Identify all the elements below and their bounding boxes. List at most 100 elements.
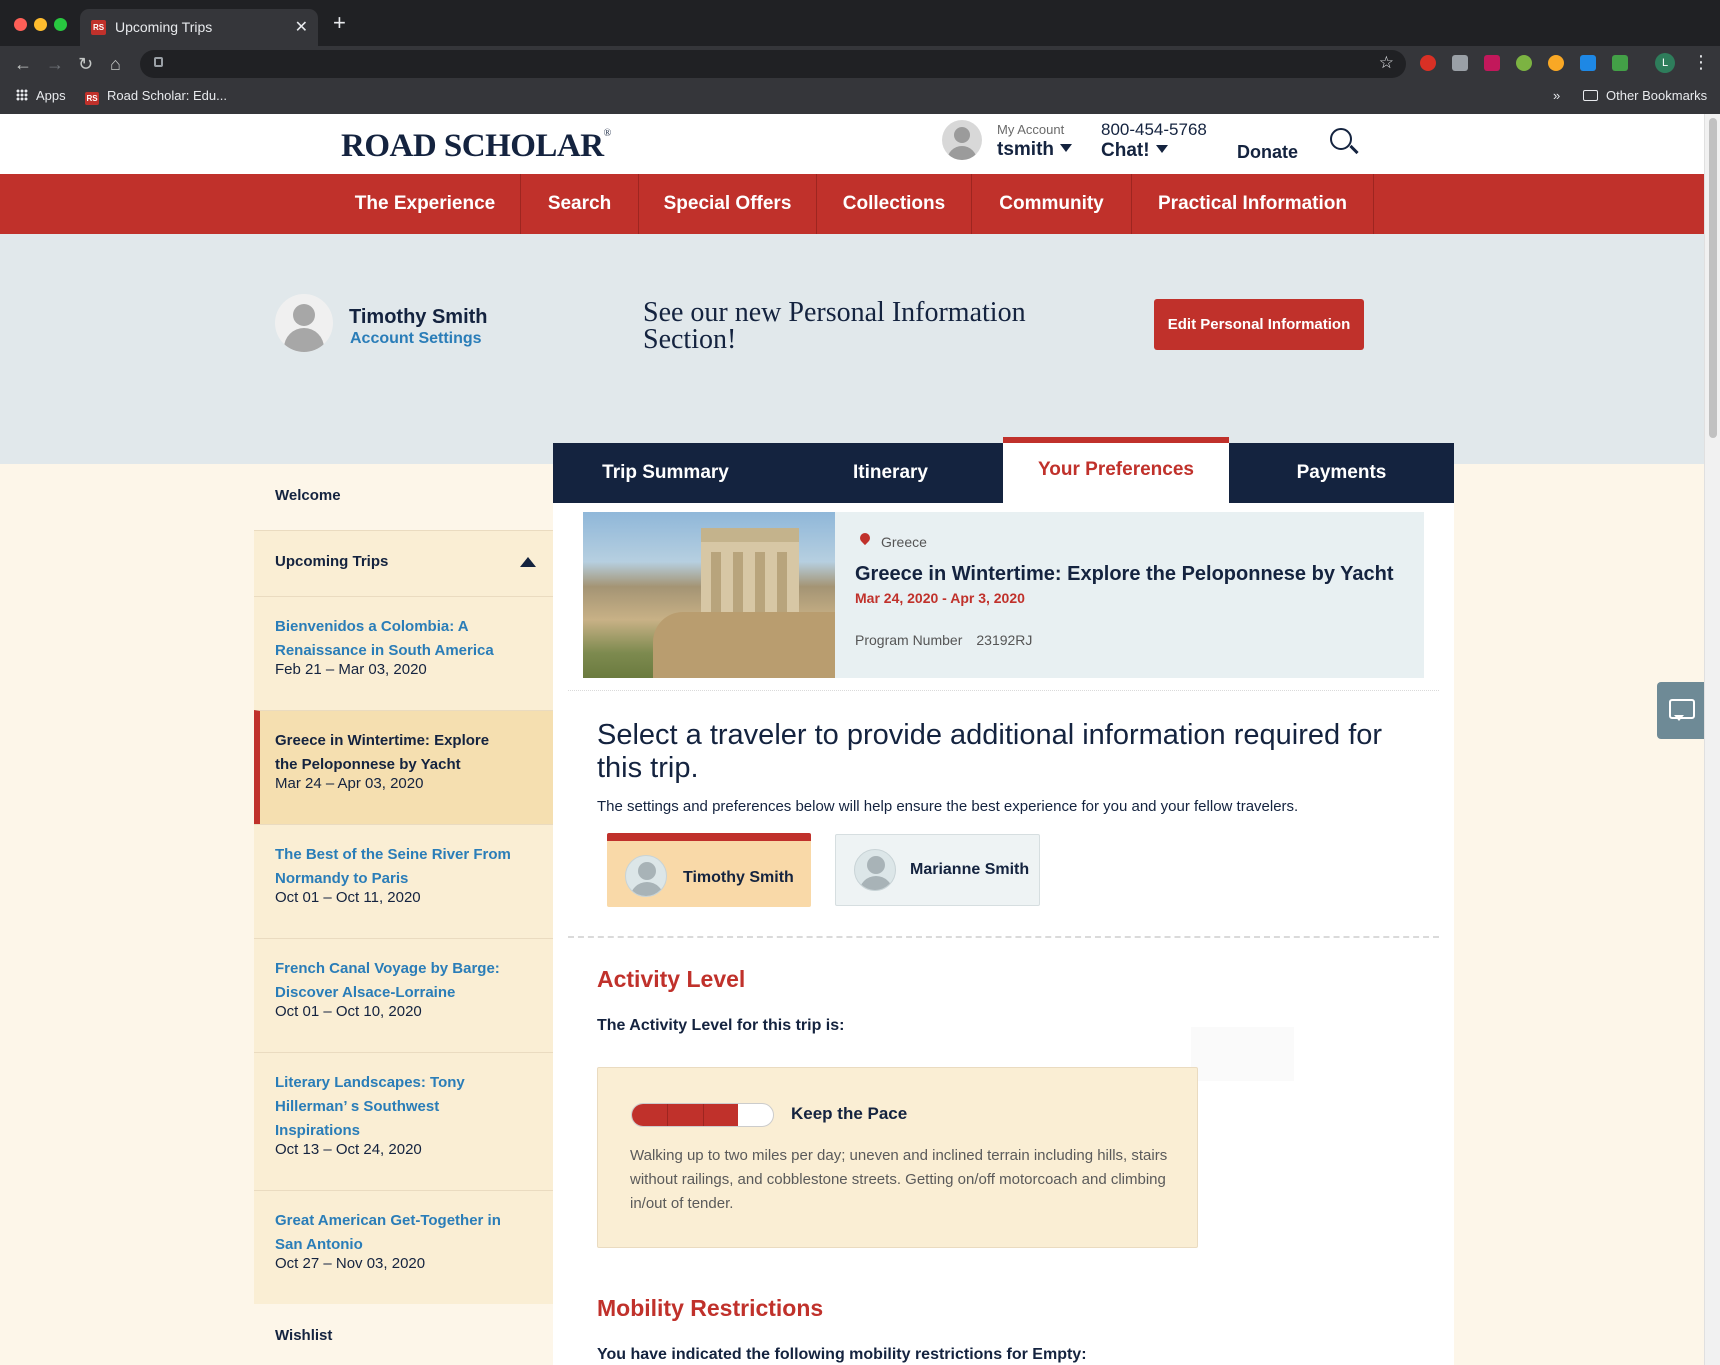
tab-bar: RS Upcoming Trips ✕ + [0, 0, 1720, 46]
select-traveler-subtext: The settings and preferences below will … [597, 798, 1299, 815]
browser-menu-icon[interactable]: ⋮ [1692, 52, 1710, 72]
other-bookmarks[interactable]: Other Bookmarks [1583, 82, 1707, 110]
divider [568, 936, 1439, 938]
back-icon[interactable]: ← [14, 52, 32, 76]
nav-practical-information[interactable]: Practical Information [1132, 174, 1374, 234]
lock-icon [154, 57, 163, 67]
site-logo[interactable]: ROAD SCHOLAR® [341, 128, 611, 165]
extension-dropbox-icon[interactable] [1452, 55, 1468, 71]
sidebar-trip[interactable]: Great American Get-Together in San Anton… [254, 1190, 554, 1304]
account-menu[interactable]: tsmith [997, 139, 1072, 161]
chat-widget-icon[interactable] [1657, 682, 1704, 739]
nav-search[interactable]: Search [521, 174, 639, 234]
nav-special-offers[interactable]: Special Offers [639, 174, 817, 234]
sidebar-upcoming-trips[interactable]: Upcoming Trips [254, 530, 554, 596]
apps-grid-icon [16, 89, 28, 101]
site-header: ROAD SCHOLAR® My Account tsmith 800-454-… [0, 114, 1704, 174]
sidebar-trip[interactable]: Literary Landscapes: Tony Hillerman’ s S… [254, 1052, 554, 1190]
edit-personal-info-button[interactable]: Edit Personal Information [1154, 299, 1364, 350]
extension-key-icon[interactable] [1580, 55, 1596, 71]
trip-title: Greece in Wintertime: Explore the Pelopo… [855, 563, 1394, 585]
rs-favicon-icon: RS [91, 20, 106, 35]
activity-level-label: The Activity Level for this trip is: [597, 1017, 845, 1034]
close-window-button[interactable] [14, 18, 27, 31]
minimize-window-button[interactable] [34, 18, 47, 31]
tab-trip-summary[interactable]: Trip Summary [553, 443, 778, 503]
sidebar-trip-active[interactable]: Greece in Wintertime: Explore the Pelopo… [254, 710, 554, 824]
nav-community[interactable]: Community [972, 174, 1132, 234]
page-scrollbar[interactable] [1704, 114, 1720, 1365]
donate-link[interactable]: Donate [1237, 142, 1298, 163]
account-settings-link[interactable]: Account Settings [350, 330, 482, 348]
bookmark-road-scholar[interactable]: RS Road Scholar: Edu... [85, 82, 227, 110]
browser-tab[interactable]: RS Upcoming Trips ✕ [80, 9, 318, 46]
program-number: Program Number 23192RJ [855, 632, 1033, 648]
activity-pace-label: Keep the Pace [791, 1104, 908, 1123]
activity-level-box: Keep the Pace Walking up to two miles pe… [597, 1067, 1198, 1248]
bookmarks-overflow-icon[interactable]: » [1553, 82, 1560, 110]
maximize-window-button[interactable] [54, 18, 67, 31]
trip-dates: Mar 24, 2020 - Apr 3, 2020 [855, 590, 1025, 606]
caret-down-icon [1060, 144, 1072, 152]
nav-the-experience[interactable]: The Experience [330, 174, 521, 234]
trip-tabs: Trip Summary Itinerary Your Preferences … [553, 437, 1454, 503]
profile-avatar[interactable]: L [1655, 53, 1675, 73]
mobility-restrictions-label: You have indicated the following mobilit… [597, 1346, 1087, 1363]
activity-meter-divider [703, 1104, 704, 1126]
nav-collections[interactable]: Collections [817, 174, 972, 234]
tab-title: Upcoming Trips [115, 19, 213, 35]
activity-meter-divider [667, 1104, 668, 1126]
rock-image [653, 612, 835, 678]
my-account-label: My Account [997, 122, 1065, 137]
activity-level-heading: Activity Level [597, 966, 746, 992]
tab-payments[interactable]: Payments [1229, 443, 1454, 503]
scrollbar-thumb[interactable] [1709, 118, 1717, 438]
extension-star-icon[interactable] [1516, 55, 1532, 71]
profile-avatar-large [275, 294, 333, 352]
tab-itinerary[interactable]: Itinerary [778, 443, 1003, 503]
account-avatar[interactable] [942, 120, 982, 160]
sidebar-trip[interactable]: The Best of the Seine River From Normand… [254, 824, 554, 938]
close-tab-icon[interactable]: ✕ [295, 9, 308, 46]
bookmark-apps[interactable]: Apps [16, 82, 66, 110]
traveler-card[interactable]: Marianne Smith [835, 834, 1040, 906]
home-icon[interactable]: ⌂ [110, 52, 121, 76]
trip-card: Greece Greece in Wintertime: Explore the… [583, 512, 1424, 678]
sidebar-trip[interactable]: French Canal Voyage by Barge: Discover A… [254, 938, 554, 1052]
extension-print-icon[interactable] [1612, 55, 1628, 71]
bookmarks-bar: Apps RS Road Scholar: Edu... » Other Book… [0, 82, 1720, 114]
main-nav: The Experience Search Special Offers Col… [0, 174, 1704, 234]
tab-your-preferences[interactable]: Your Preferences [1003, 437, 1229, 503]
activity-meter-fill [632, 1104, 738, 1126]
browser-toolbar: ← → ↻ ⌂ ☆ L ⋮ [0, 46, 1720, 82]
extension-adblock-icon[interactable] [1420, 55, 1436, 71]
forward-icon[interactable]: → [46, 52, 64, 76]
traveler-avatar [854, 849, 896, 891]
caret-down-icon [1155, 145, 1168, 153]
chat-menu[interactable]: Chat! [1101, 140, 1168, 162]
phone-number[interactable]: 800-454-5768 [1101, 120, 1207, 140]
blank-panel [1191, 1027, 1294, 1081]
temple-image [701, 528, 799, 622]
trip-location: Greece [881, 534, 927, 550]
sidebar-trip[interactable]: Bienvenidos a Colombia: A Renaissance in… [254, 596, 554, 710]
profile-name: Timothy Smith [349, 306, 488, 328]
bookmark-star-icon[interactable]: ☆ [1379, 53, 1394, 73]
collapse-icon[interactable] [520, 557, 536, 567]
folder-icon [1583, 90, 1598, 101]
new-tab-button[interactable]: + [333, 12, 346, 34]
divider [568, 690, 1439, 691]
location-pin-icon [857, 530, 873, 546]
page: ROAD SCHOLAR® My Account tsmith 800-454-… [0, 114, 1720, 1365]
extension-m-icon[interactable] [1484, 55, 1500, 71]
reload-icon[interactable]: ↻ [78, 52, 93, 76]
sidebar-welcome[interactable]: Welcome [275, 487, 341, 504]
trip-photo [583, 512, 835, 678]
sidebar-wishlist[interactable]: Wishlist [275, 1327, 332, 1344]
traveler-card-selected[interactable]: Timothy Smith [607, 833, 811, 907]
browser-chrome: RS Upcoming Trips ✕ + ← → ↻ ⌂ ☆ L ⋮ Apps… [0, 0, 1720, 114]
extension-gear-icon[interactable] [1548, 55, 1564, 71]
address-bar[interactable]: ☆ [140, 50, 1406, 78]
mobility-restrictions-heading: Mobility Restrictions [597, 1295, 824, 1321]
search-icon[interactable] [1330, 128, 1352, 150]
